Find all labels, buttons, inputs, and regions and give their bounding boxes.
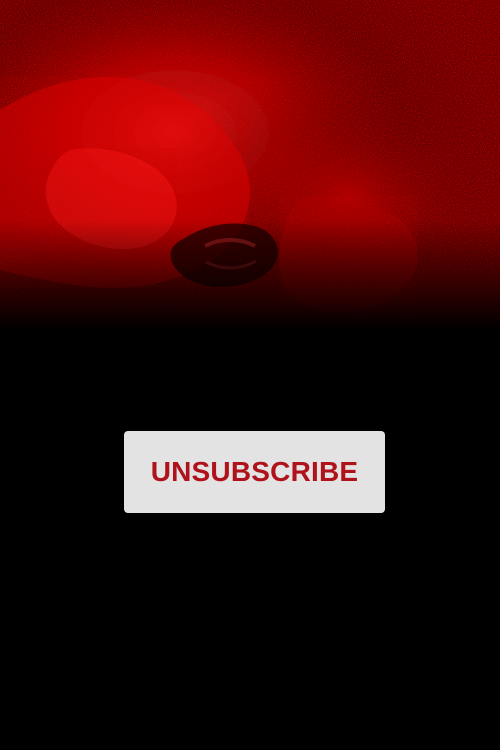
red-tinted-face-image — [0, 0, 500, 330]
unsubscribe-button[interactable]: UNSUBSCRIBE — [124, 431, 385, 513]
unsubscribe-label: UNSUBSCRIBE — [150, 456, 359, 487]
hero-photo — [0, 0, 500, 330]
screen: UNSUBSCRIBE — [0, 0, 500, 750]
